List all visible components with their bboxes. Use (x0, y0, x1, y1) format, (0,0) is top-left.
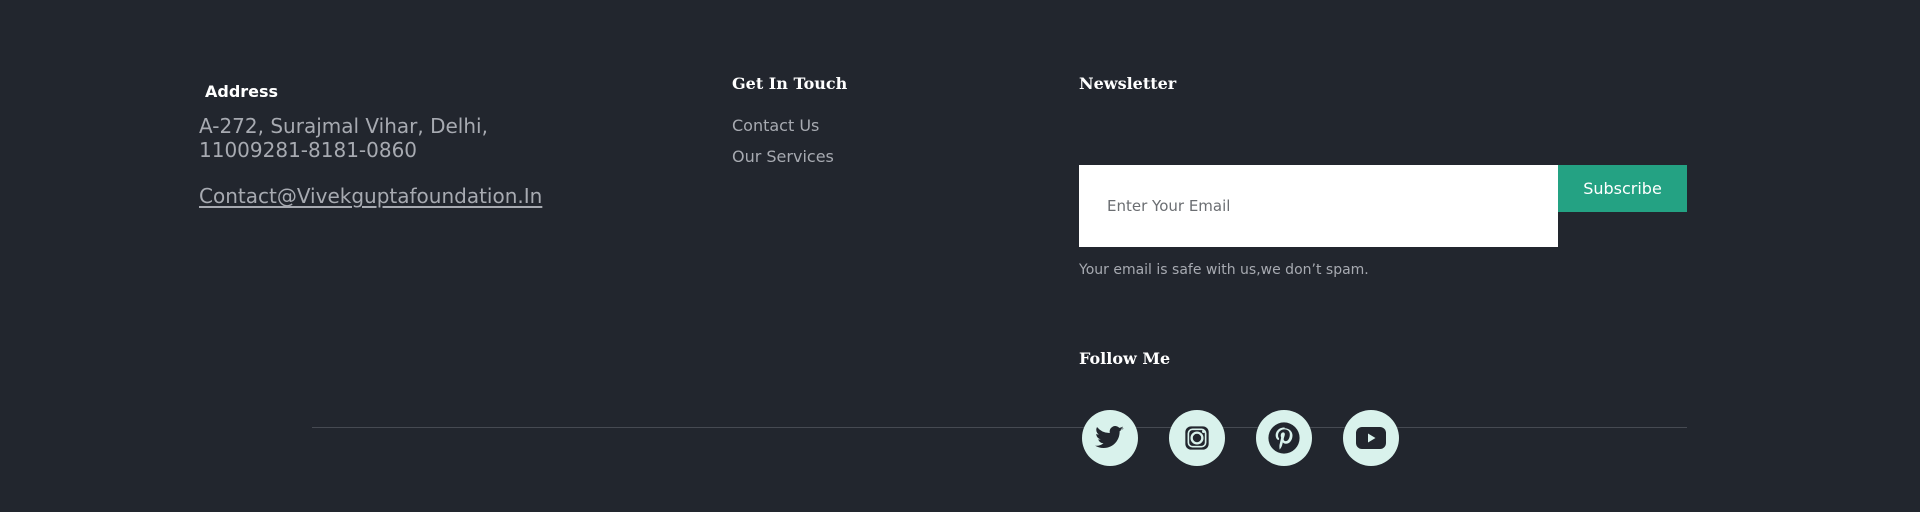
twitter-icon (1093, 423, 1127, 453)
our-services-link[interactable]: Our Services (732, 141, 932, 172)
follow-me-heading: Follow Me (1079, 349, 1171, 368)
youtube-icon (1356, 427, 1386, 449)
youtube-button[interactable] (1343, 410, 1399, 466)
instagram-button[interactable] (1169, 410, 1225, 466)
get-in-touch-section: Get In Touch Contact Us Our Services (732, 72, 932, 172)
footer-divider (312, 427, 1687, 428)
email-link[interactable]: Contact@Vivekguptafoundation.In (199, 184, 619, 208)
spam-note: Your email is safe with us,we don’t spam… (1079, 262, 1369, 278)
pinterest-button[interactable] (1256, 410, 1312, 466)
pinterest-icon (1267, 421, 1301, 455)
newsletter-form: Subscribe (1079, 165, 1687, 247)
newsletter-section: Newsletter Subscribe Your email is safe … (1079, 72, 1689, 368)
address-text: A-272, Surajmal Vihar, Delhi, 11009281-8… (199, 114, 488, 162)
instagram-icon (1183, 424, 1211, 452)
touch-links: Contact Us Our Services (732, 110, 932, 172)
address-section: Address A-272, Surajmal Vihar, Delhi, 11… (199, 80, 619, 208)
email-input[interactable] (1079, 165, 1558, 247)
social-links (1082, 410, 1399, 466)
twitter-button[interactable] (1082, 410, 1138, 466)
get-in-touch-heading: Get In Touch (732, 74, 848, 93)
subscribe-button[interactable]: Subscribe (1558, 165, 1687, 212)
contact-us-link[interactable]: Contact Us (732, 110, 932, 141)
newsletter-heading: Newsletter (1079, 74, 1177, 93)
address-heading: Address (205, 82, 279, 101)
